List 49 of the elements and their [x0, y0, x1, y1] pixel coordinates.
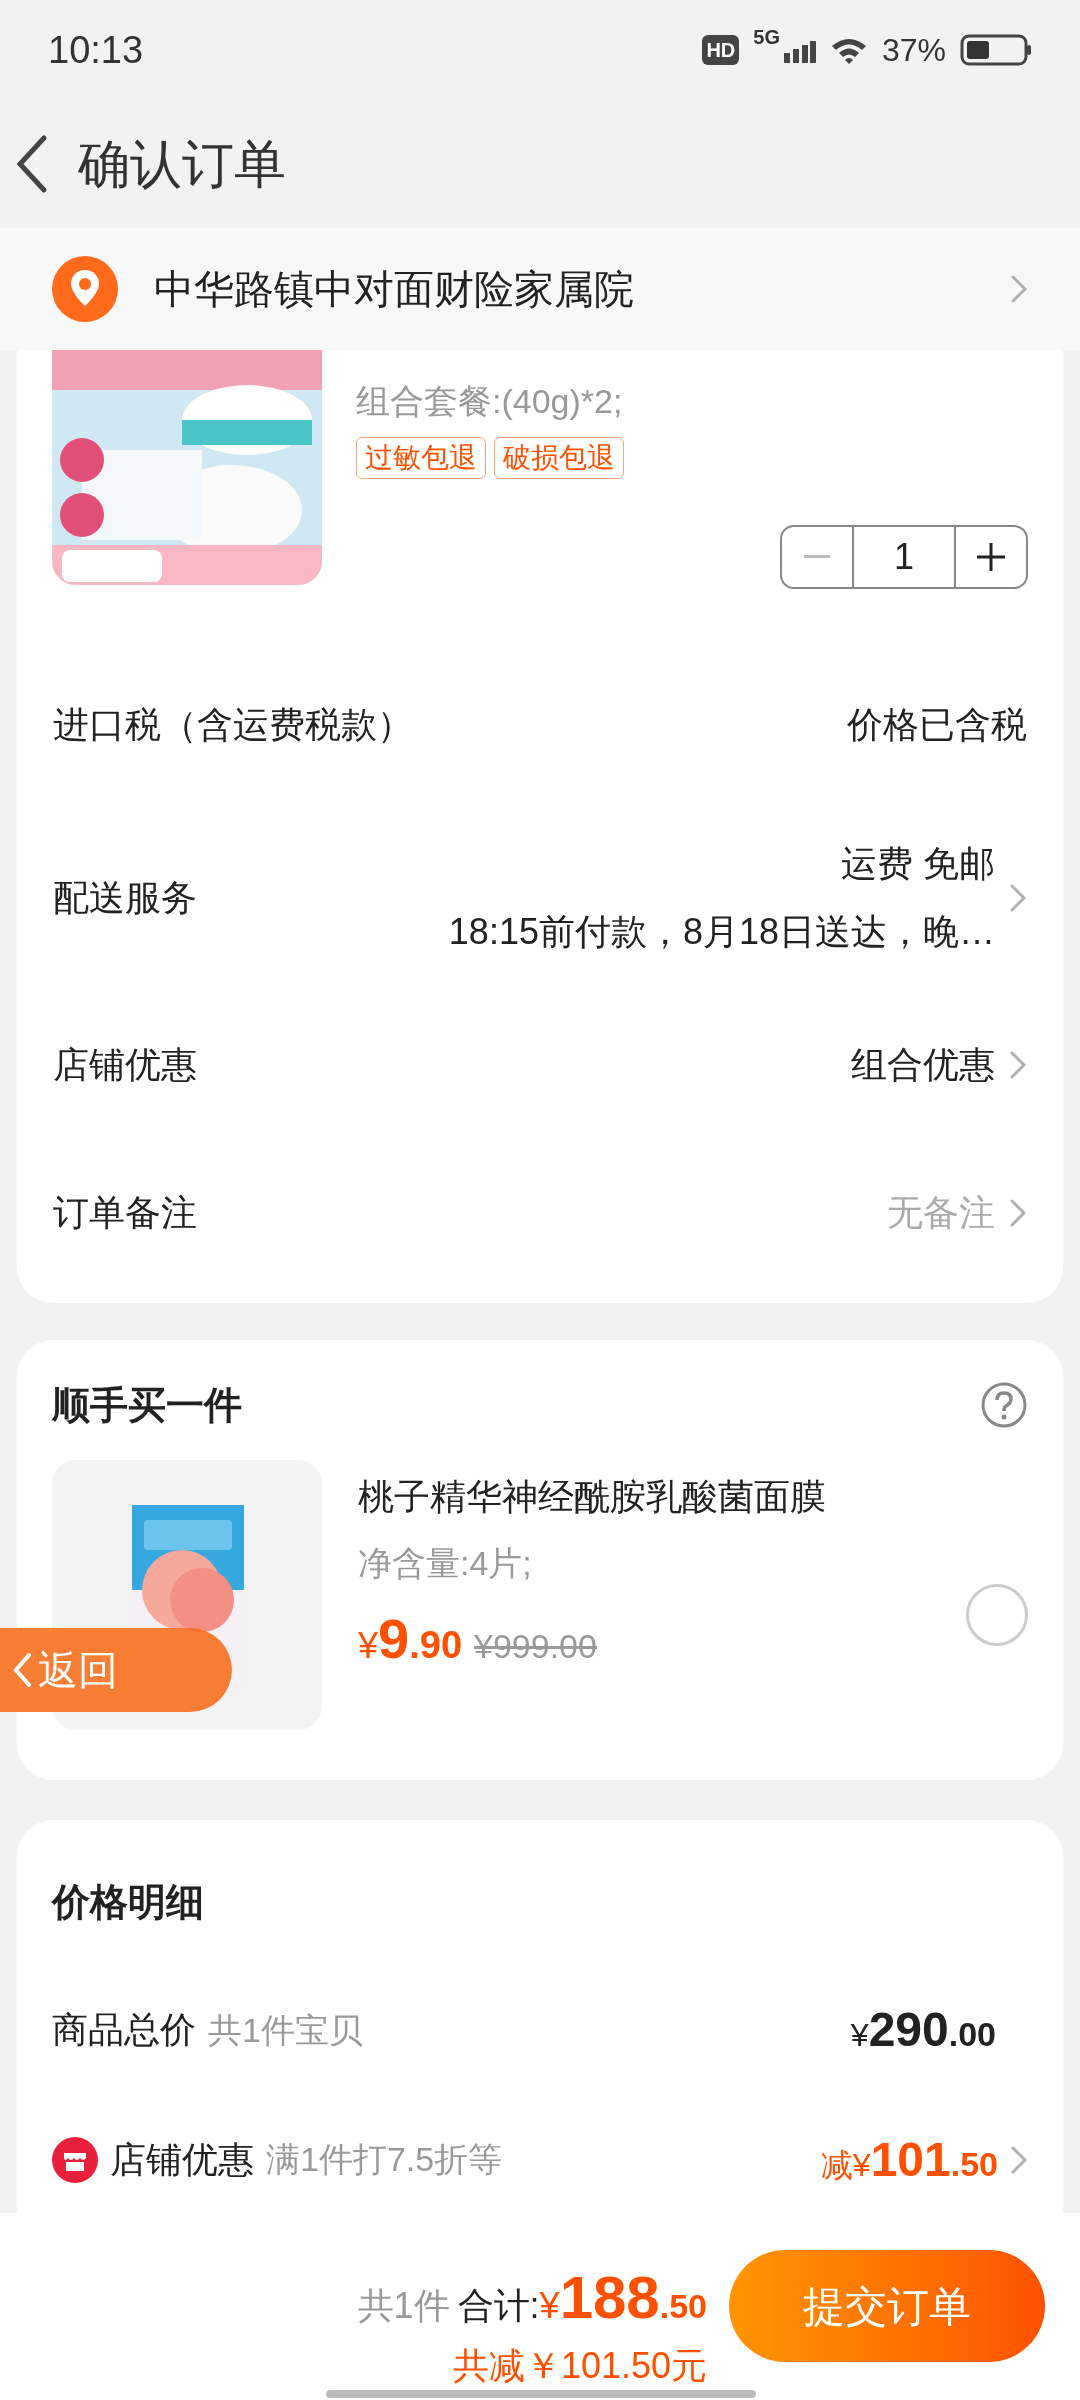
quantity-value[interactable]: 1 — [854, 527, 954, 587]
row-label: 进口税（含运费税款） — [53, 703, 413, 747]
chevron-right-icon — [1009, 1197, 1027, 1228]
back-icon[interactable] — [14, 134, 48, 194]
price-row-amount: ¥290.00 — [850, 2002, 996, 2058]
row-value: 组合优惠 — [851, 1043, 995, 1087]
section-title: 价格明细 — [52, 1880, 204, 1925]
status-time: 10:13 — [48, 27, 144, 73]
location-pin-icon — [52, 256, 118, 322]
addon-price: ¥9.90 — [358, 1606, 462, 1672]
select-radio[interactable] — [966, 1583, 1028, 1646]
section-title: 顺手买一件 — [52, 1382, 242, 1428]
chevron-right-icon — [1010, 2144, 1028, 2175]
row-value: 18:15前付款，8月18日送达，晚… — [448, 909, 995, 954]
item-count: 共1件 — [357, 2284, 450, 2328]
row-value: 运费 免邮 — [841, 841, 995, 886]
row-label: 店铺优惠 — [53, 1043, 197, 1087]
price-row-note: 共1件宝贝 — [208, 2009, 364, 2051]
total-saving: 共减￥101.50元 — [452, 2344, 707, 2388]
row-value: 无备注 — [887, 1190, 995, 1235]
product-spec: 组合套餐:(40g)*2; — [356, 381, 624, 422]
row-label: 订单备注 — [53, 1190, 197, 1235]
battery-percent: 37% — [881, 31, 946, 70]
row-value: 价格已含税 — [847, 703, 1027, 747]
addon-product-title: 桃子精华神经酰胺乳酸菌面膜 — [358, 1475, 827, 1519]
product-tag: 破损包退 — [494, 437, 624, 479]
price-row-label: 商品总价 — [52, 2008, 196, 2052]
chevron-left-icon — [12, 1652, 32, 1688]
price-row-note: 满1件打7.5折等 — [266, 2139, 504, 2180]
battery-icon — [960, 34, 1032, 66]
help-icon[interactable] — [980, 1381, 1028, 1429]
price-row-label: 店铺优惠 — [110, 2137, 254, 2182]
address-text: 中华路镇中对面财险家属院 — [154, 266, 635, 313]
row-label: 配送服务 — [53, 875, 197, 920]
product-tag: 过敏包退 — [356, 437, 486, 479]
addon-product-spec: 净含量:4片; — [358, 1543, 533, 1584]
original-price: ¥999.00 — [474, 1626, 597, 1667]
chevron-right-icon — [1009, 1050, 1027, 1080]
shop-icon — [52, 2136, 98, 2183]
hd-badge: HD — [702, 35, 740, 65]
minus-icon — [804, 555, 830, 559]
plus-icon — [977, 543, 1005, 571]
chevron-right-icon — [1010, 274, 1028, 304]
chevron-right-icon — [1009, 882, 1027, 913]
network-label: 5G — [753, 25, 780, 50]
address-bar[interactable]: 中华路镇中对面财险家属院 — [0, 228, 1080, 350]
price-row-amount: 减¥101.50 — [820, 2131, 998, 2188]
page-title: 确认订单 — [78, 134, 286, 195]
total-price: 合计:¥188.50 — [457, 2263, 707, 2333]
